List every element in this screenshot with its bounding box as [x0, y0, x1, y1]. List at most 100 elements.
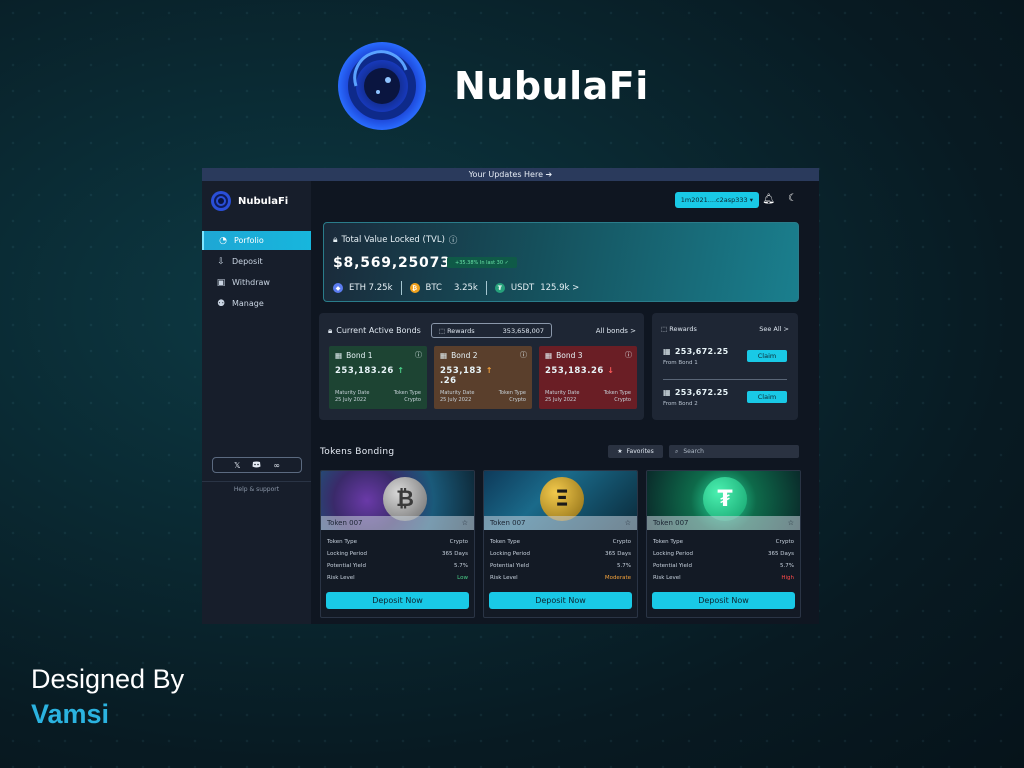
detail-label: Token Type	[653, 539, 684, 545]
tvl-token-breakdown: ◆ ETH 7.25k ₿ BTC 3.25k ₮ USDT 125.9k >	[333, 281, 579, 295]
usdt-coin-icon: ₮	[494, 283, 505, 293]
token-card: ₮ Token 007 ☆ Token Type Crypto Locking P…	[646, 470, 801, 618]
detail-value: Crypto	[775, 539, 794, 545]
nubulafi-logo-icon	[211, 191, 231, 211]
info-icon[interactable]: ⓘ	[520, 350, 527, 360]
reward-amount-text: 253,672.25	[674, 347, 729, 356]
detail-label: Risk Level	[327, 575, 355, 581]
notification-bell-icon[interactable]: 🔔︎	[762, 194, 775, 205]
btc-label: BTC	[425, 283, 442, 293]
maturity-label: Maturity Date	[335, 390, 370, 396]
sidebar-item-label: Porfolio	[234, 236, 264, 245]
sidebar-logo-text: NubulaFi	[238, 195, 289, 207]
x-icon[interactable]: 𝕏	[234, 461, 240, 470]
star-outline-icon[interactable]: ☆	[462, 519, 468, 527]
tvl-card: 🔒︎ Total Value Locked (TVL) ⓘ $8,569,250…	[323, 222, 799, 302]
favorites-button[interactable]: ★ Favorites	[608, 445, 663, 458]
detail-label: Potential Yield	[653, 563, 692, 569]
sidebar-item-withdraw[interactable]: ▣ Withdraw	[202, 273, 311, 292]
tether-coin-icon: ₮	[703, 477, 747, 521]
active-bonds-header: 🔒︎ Current Active Bonds ⬚ Rewards 353,65…	[328, 323, 636, 338]
bond-name: ▦ Bond 1	[335, 351, 421, 360]
detail-row: Locking Period 365 Days	[484, 548, 637, 560]
deposit-now-button[interactable]: Deposit Now	[326, 592, 469, 609]
sidebar-item-deposit[interactable]: ⇩ Deposit	[202, 252, 311, 271]
wallet-icon: ▣	[216, 277, 226, 288]
divider	[400, 281, 402, 295]
lock-icon: 🔒︎	[333, 235, 338, 245]
token-name: Token 007	[653, 519, 689, 527]
maturity-label: Maturity Date	[545, 390, 580, 396]
bond-meta: Maturity Date 25 July 2022 Token Type Cryp…	[545, 390, 631, 404]
claim-button[interactable]: Claim	[747, 350, 787, 362]
bond-value-text: 253,183	[440, 366, 483, 376]
reward-row: ▦ 253,672.25 From Bond 1 Claim	[663, 347, 787, 377]
wallet-address-button[interactable]: 1m2021....c2asp333 ▾	[674, 192, 759, 208]
all-bonds-link[interactable]: All bonds >	[596, 327, 636, 335]
discord-icon[interactable]	[252, 461, 261, 470]
detail-value: Crypto	[449, 539, 468, 545]
sidebar-logo[interactable]: NubulaFi	[202, 181, 311, 221]
claim-button[interactable]: Claim	[747, 391, 787, 403]
bond-card[interactable]: ▦ Bond 3 ⓘ 253,183.26 ↓ Maturity Date 25 J…	[539, 346, 637, 409]
meta-icon[interactable]: ∞	[273, 461, 280, 470]
detail-row: Potential Yield 5.7%	[484, 560, 637, 572]
bond-value: 253,183.26 ↑	[335, 366, 421, 376]
tokens-bonding-title: Tokens Bonding	[320, 447, 395, 457]
tvl-title: 🔒︎ Total Value Locked (TVL) ⓘ	[333, 234, 457, 246]
token-label-bar: Token 007 ☆	[647, 516, 800, 530]
help-support-link[interactable]: Help & support	[202, 481, 311, 493]
bond-meta: Maturity Date 25 July 2022 Token Type Cryp…	[335, 390, 421, 404]
bond-card[interactable]: ▦ Bond 1 ⓘ 253,183.26 ↑ Maturity Date 25 J…	[329, 346, 427, 409]
usdt-amount[interactable]: 125.9k >	[540, 283, 579, 293]
risk-level-value: Low	[457, 575, 468, 581]
maturity-label: Maturity Date	[440, 390, 475, 396]
info-icon[interactable]: ⓘ	[415, 350, 422, 360]
sidebar-item-manage[interactable]: ⚉ Manage	[202, 294, 311, 313]
info-icon[interactable]: ⓘ	[625, 350, 632, 360]
designer-name: Vamsi	[31, 699, 110, 729]
sidebar-item-portfolio[interactable]: ◔ Porfolio	[202, 231, 311, 250]
token-label-bar: Token 007 ☆	[321, 516, 474, 530]
rewards-total-pill: ⬚ Rewards 353,658,007	[430, 323, 553, 338]
bond-value: 253,183.26 ↓	[545, 366, 631, 376]
detail-value: 365 Days	[442, 551, 468, 557]
divider	[663, 379, 787, 380]
dark-mode-moon-icon[interactable]: ☾	[788, 193, 797, 204]
bond-name-text: Bond 3	[556, 351, 583, 360]
clock-icon: ◔	[219, 235, 227, 246]
detail-row: Potential Yield 5.7%	[647, 560, 800, 572]
rewards-pill-value: 353,658,007	[502, 326, 545, 335]
bond-icon: ▦	[545, 351, 553, 360]
app-window: Your Updates Here ➔ NubulaFi ◔ Porfolio …	[202, 168, 819, 624]
token-image: ₿ Token 007 ☆	[321, 471, 474, 530]
bond-icon: ▦	[663, 388, 671, 397]
sidebar-item-label: Withdraw	[232, 278, 270, 287]
info-icon[interactable]: ⓘ	[449, 234, 458, 246]
rewards-title: ⬚ Rewards	[661, 325, 697, 333]
bond-icon: ▦	[440, 351, 448, 360]
star-icon: ★	[617, 448, 623, 455]
search-input[interactable]: ⌕ Search	[669, 445, 799, 458]
detail-label: Potential Yield	[327, 563, 366, 569]
maturity-date: 25 July 2022	[440, 397, 472, 403]
deposit-now-button[interactable]: Deposit Now	[489, 592, 632, 609]
deposit-now-button[interactable]: Deposit Now	[652, 592, 795, 609]
token-type-label: Token Type	[603, 390, 631, 396]
trend-down-icon: ↓	[607, 366, 615, 375]
rewards-panel: ⬚ Rewards See All > ▦ 253,672.25 From Bon…	[652, 313, 798, 420]
see-all-link[interactable]: See All >	[759, 325, 789, 333]
risk-level-value: High	[781, 575, 794, 581]
detail-value: 5.7%	[454, 563, 468, 569]
token-type-label: Token Type	[498, 390, 526, 396]
detail-label: Token Type	[490, 539, 521, 545]
bond-card[interactable]: ▦ Bond 2 ⓘ 253,183 ↑ .26 Maturity Date 25 J…	[434, 346, 532, 409]
ethereum-coin-icon: Ξ	[540, 477, 584, 521]
star-outline-icon[interactable]: ☆	[788, 519, 794, 527]
btc-amount: 3.25k	[453, 283, 478, 293]
token-type: Crypto	[614, 397, 631, 403]
detail-row: Risk Level High	[647, 572, 800, 584]
reward-row: ▦ 253,672.25 From Bond 2 Claim	[663, 388, 787, 418]
star-outline-icon[interactable]: ☆	[625, 519, 631, 527]
updates-banner[interactable]: Your Updates Here ➔	[202, 168, 819, 181]
